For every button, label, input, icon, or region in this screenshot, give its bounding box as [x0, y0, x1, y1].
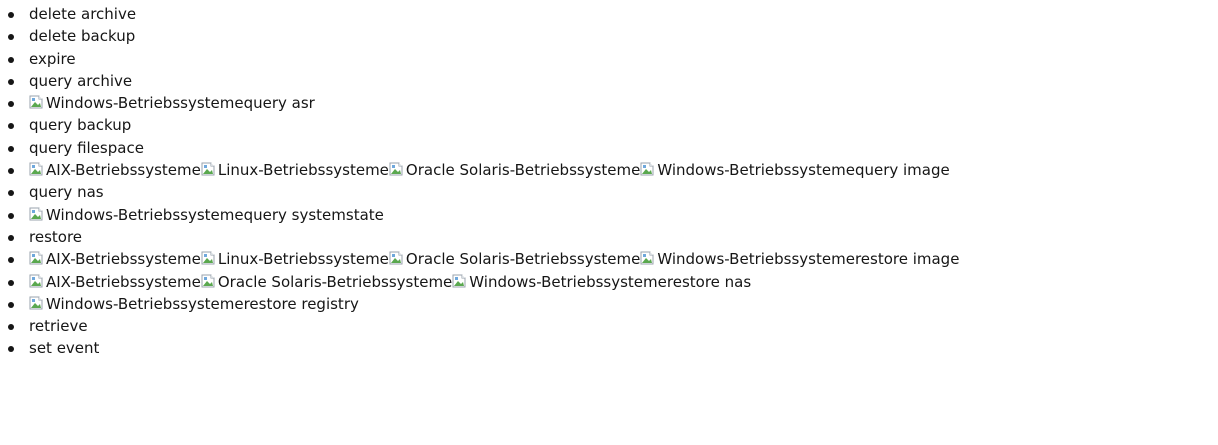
platform-marker: Linux-Betriebssysteme: [201, 161, 389, 179]
list-item: Windows-Betriebssystemequery asr: [8, 92, 1218, 114]
platform-marker: Oracle Solaris-Betriebssysteme: [389, 161, 640, 179]
broken-image-icon: [201, 272, 217, 290]
platform-marker: Windows-Betriebssysteme: [452, 273, 667, 291]
list-item: AIX-Betriebssysteme Linux-Betriebssysteme…: [8, 248, 1218, 270]
platform-marker: Oracle Solaris-Betriebssysteme: [389, 250, 640, 268]
command-name: query nas: [29, 183, 104, 202]
command-name: restore registry: [243, 294, 359, 313]
broken-image-icon: [29, 249, 45, 267]
platform-label: Oracle Solaris-Betriebssysteme: [217, 272, 453, 291]
broken-image-icon: [29, 272, 45, 290]
broken-image-icon: [201, 160, 217, 178]
command-name: delete archive: [29, 5, 137, 23]
command-name: restore image: [854, 250, 960, 269]
platform-marker: Windows-Betriebssysteme: [640, 250, 855, 268]
platform-marker: Windows-Betriebssysteme: [29, 295, 244, 313]
broken-image-icon: [389, 249, 405, 267]
command-name: restore: [29, 227, 83, 246]
platform-label: Windows-Betriebssysteme: [46, 294, 244, 313]
list-item: AIX-Betriebssysteme Oracle Solaris-Betrie…: [8, 271, 1218, 293]
command-name: query systemstate: [243, 205, 384, 224]
list-item: retrieve: [8, 315, 1218, 337]
command-name: expire: [29, 49, 76, 68]
list-item: delete backup: [8, 25, 1218, 47]
list-item: query backup: [8, 114, 1218, 136]
broken-image-icon: [389, 160, 405, 178]
list-item: query filespace: [8, 137, 1218, 159]
command-name: query backup: [29, 116, 132, 135]
broken-image-icon: [29, 160, 45, 178]
broken-image-icon: [640, 249, 656, 267]
broken-image-icon: [29, 294, 45, 312]
broken-image-icon: [29, 205, 45, 223]
platform-marker: Windows-Betriebssysteme: [29, 206, 244, 224]
platform-marker: AIX-Betriebssysteme: [29, 161, 201, 179]
list-item: AIX-Betriebssysteme Linux-Betriebssysteme…: [8, 159, 1218, 181]
platform-marker: Windows-Betriebssysteme: [29, 94, 244, 112]
broken-image-icon: [201, 249, 217, 267]
list-item: Windows-Betriebssystemerestore registry: [8, 293, 1218, 315]
platform-marker: Windows-Betriebssysteme: [640, 161, 855, 179]
platform-label: Windows-Betriebssysteme: [657, 250, 855, 269]
list-item: query nas: [8, 181, 1218, 203]
platform-marker: AIX-Betriebssysteme: [29, 273, 201, 291]
platform-label: Linux-Betriebssysteme: [217, 250, 389, 269]
platform-marker: Oracle Solaris-Betriebssysteme: [201, 273, 452, 291]
platform-label: AIX-Betriebssysteme: [46, 250, 201, 269]
list-item: expire: [8, 48, 1218, 70]
platform-label: Windows-Betriebssysteme: [657, 161, 855, 180]
broken-image-icon: [29, 93, 45, 111]
command-name: retrieve: [29, 317, 88, 336]
command-name: query archive: [29, 71, 133, 90]
list-item: delete archive: [8, 3, 1218, 25]
list-item: restore: [8, 226, 1218, 248]
command-name: query filespace: [29, 138, 144, 157]
command-name: set event: [29, 339, 100, 358]
platform-marker: AIX-Betriebssysteme: [29, 250, 201, 268]
platform-label: Windows-Betriebssysteme: [469, 272, 667, 291]
broken-image-icon: [452, 272, 468, 290]
command-name: delete backup: [29, 27, 136, 46]
platform-label: Linux-Betriebssysteme: [217, 161, 389, 180]
platform-label: AIX-Betriebssysteme: [46, 161, 201, 180]
broken-image-icon: [640, 160, 656, 178]
platform-label: Windows-Betriebssysteme: [46, 205, 244, 224]
command-list: delete archive delete backup expire query a…: [0, 0, 1218, 360]
command-name: query image: [854, 161, 950, 180]
platform-label: Oracle Solaris-Betriebssysteme: [405, 250, 641, 269]
platform-label: Oracle Solaris-Betriebssysteme: [405, 161, 641, 180]
list-item: set event: [8, 337, 1218, 359]
list-item: Windows-Betriebssystemequery systemstate: [8, 204, 1218, 226]
command-name: query asr: [243, 94, 315, 113]
list-item: query archive: [8, 70, 1218, 92]
platform-label: AIX-Betriebssysteme: [46, 272, 201, 291]
command-name: restore nas: [666, 272, 752, 291]
platform-marker: Linux-Betriebssysteme: [201, 250, 389, 268]
platform-label: Windows-Betriebssysteme: [46, 94, 244, 113]
